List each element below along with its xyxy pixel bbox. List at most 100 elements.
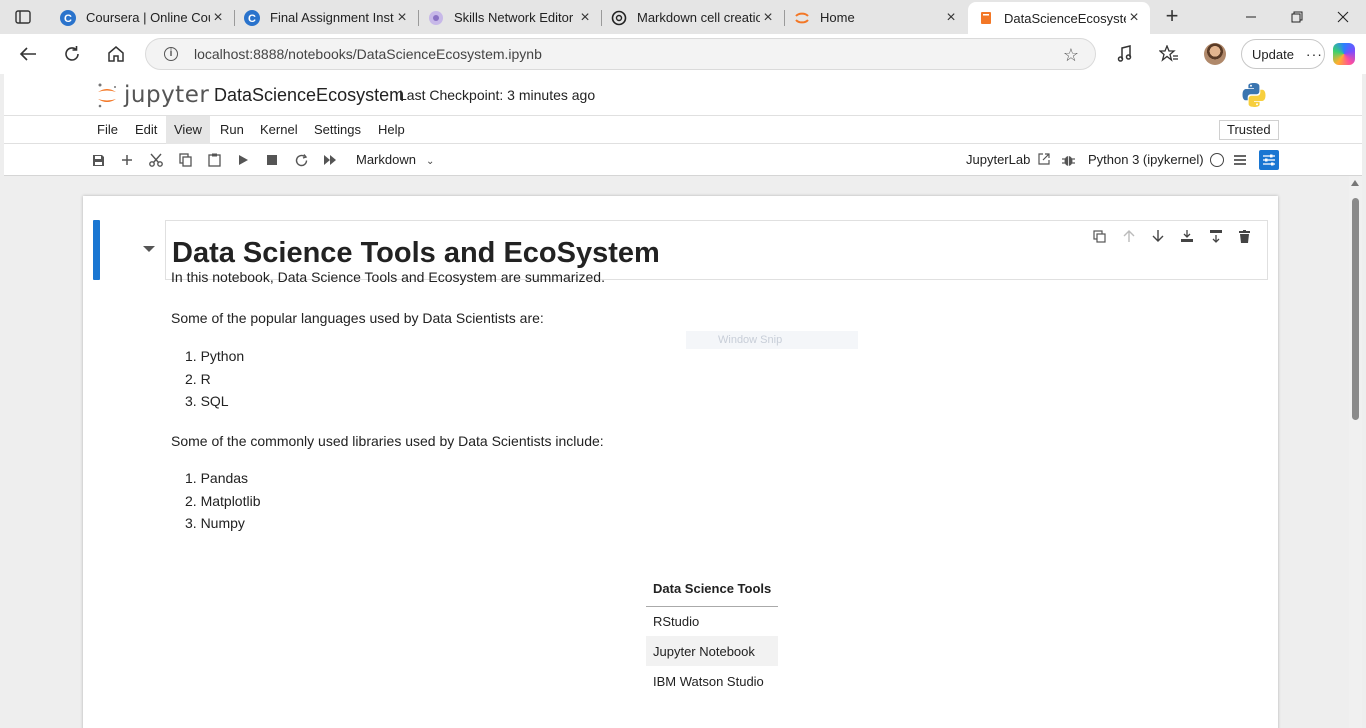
move-cell-down-button[interactable] [1143,227,1172,245]
close-tab-icon[interactable]: × [943,9,959,26]
close-tab-icon[interactable]: × [1126,10,1142,26]
debugger-button[interactable] [1058,150,1078,170]
run-all-button[interactable] [320,150,340,170]
refresh-button[interactable] [58,41,86,67]
insert-below-icon [1209,230,1222,243]
save-icon [92,154,104,166]
list-item: 1. Python [185,348,245,364]
jupyter-header: jupyter DataScienceEcosystem Last Checkp… [4,74,1362,116]
notebook-heading: Data Science Tools and EcoSystem [172,237,660,269]
cell-type-dropdown[interactable]: Markdown ⌄ [356,152,434,167]
clipboard-icon [207,153,221,167]
chatgpt-icon [611,10,627,26]
scroll-thumb[interactable] [1352,198,1359,420]
browser-tab-skills-network[interactable]: Skills Network Editor × [418,3,602,32]
new-tab-button[interactable]: + [1160,5,1184,28]
browser-tab-markdown-cell[interactable]: Markdown cell creation × [601,3,785,32]
collapse-heading-icon[interactable] [143,246,155,252]
table-row: Jupyter Notebook [646,636,779,666]
intro-text: In this notebook, Data Science Tools and… [171,269,605,285]
notebook-title[interactable]: DataScienceEcosystem [214,85,404,106]
cut-button[interactable] [146,150,166,170]
property-inspector-button[interactable] [1259,150,1279,170]
paste-button[interactable] [204,150,224,170]
languages-list: 1. Python 2. R 3. SQL [185,345,244,413]
menu-file[interactable]: File [89,116,126,144]
cell-toolbar [1085,227,1259,245]
notebook-sheet: Data Science Tools and EcoSystem In this… [83,196,1278,728]
menu-kernel[interactable]: Kernel [252,116,306,144]
menu-run[interactable]: Run [212,116,252,144]
back-button[interactable] [14,41,42,67]
active-cell-marker[interactable] [93,220,100,280]
favorite-star-icon[interactable]: ☆ [1063,45,1079,66]
browser-tab-datascienceecosystem[interactable]: DataScienceEcosystem × [968,2,1150,34]
site-info-icon[interactable]: i [164,47,178,61]
sliders-icon [1263,154,1275,166]
address-bar[interactable]: i localhost:8888/notebooks/DataScienceEc… [145,38,1096,70]
skills-network-icon [428,10,444,26]
table-row: IBM Watson Studio [653,673,764,689]
interrupt-kernel-button[interactable] [262,150,282,170]
trusted-indicator[interactable]: Trusted [1219,120,1279,140]
menu-view[interactable]: View [166,116,210,144]
svg-text:C: C [248,13,256,25]
profile-avatar[interactable] [1204,43,1226,65]
minimize-button[interactable] [1228,0,1274,34]
delete-cell-button[interactable] [1230,227,1259,245]
jupyter-logo[interactable]: jupyter [96,82,209,108]
browser-tab-strip: C Coursera | Online Cour × C Final Assig… [0,0,1366,34]
menu-help[interactable]: Help [370,116,413,144]
close-tab-icon[interactable]: × [760,9,776,26]
restore-icon [1291,11,1303,23]
notebook-scrollbar[interactable] [1349,176,1362,728]
chevron-down-icon: ⌄ [425,156,435,167]
favorites-icon [1159,45,1178,62]
tab-actions-menu-button[interactable] [8,6,38,28]
browser-tab-home[interactable]: Home × [784,3,967,32]
plus-icon [122,155,132,165]
table-header: Data Science Tools [646,571,779,607]
copy-button[interactable] [175,150,195,170]
open-jupyterlab-link[interactable]: JupyterLab [966,152,1050,167]
update-button[interactable]: Update ··· [1241,39,1325,69]
table-row: RStudio [653,613,700,629]
menu-edit[interactable]: Edit [127,116,165,144]
close-tab-icon[interactable]: × [210,9,226,26]
stop-icon [267,155,277,165]
insert-cell-above-button[interactable] [1172,227,1201,245]
browser-tab-coursera[interactable]: C Coursera | Online Cour × [50,3,235,32]
home-button[interactable] [102,41,130,67]
copilot-icon[interactable] [1333,43,1355,65]
close-tab-icon[interactable]: × [577,9,593,26]
list-item: 2. R [185,370,211,387]
menu-settings[interactable]: Settings [306,116,369,144]
restore-button[interactable] [1274,0,1320,34]
scroll-up-icon[interactable] [1351,180,1359,186]
kernel-name[interactable]: Python 3 (ipykernel) [1088,152,1204,167]
jupyter-wordmark: jupyter [124,82,210,108]
move-cell-up-button[interactable] [1114,227,1143,245]
libraries-intro-text: Some of the commonly used libraries used… [171,433,604,449]
insert-cell-button[interactable] [117,150,137,170]
close-window-button[interactable] [1320,0,1366,34]
browser-tab-final-assignment[interactable]: C Final Assignment Instru × [234,3,419,32]
restart-kernel-button[interactable] [291,150,311,170]
more-options-icon[interactable]: ··· [1306,46,1323,62]
favorites-button[interactable] [1157,42,1181,66]
last-checkpoint-text: Last Checkpoint: 3 minutes ago [399,87,596,103]
arrow-up-icon [1123,230,1134,242]
python-logo-icon [1242,83,1266,107]
read-aloud-button[interactable] [1113,42,1137,66]
window-snip-tooltip: Window Snip [686,331,858,349]
scissors-icon [149,153,163,167]
insert-cell-below-button[interactable] [1201,227,1230,245]
list-item: 3. SQL [185,393,229,409]
jupyter-page: jupyter DataScienceEcosystem Last Checkp… [4,74,1362,728]
close-tab-icon[interactable]: × [394,9,410,26]
toc-button[interactable] [1230,150,1250,170]
duplicate-cell-button[interactable] [1085,227,1114,245]
save-button[interactable] [88,150,108,170]
jupyter-menu-bar: File Edit View Run Kernel Settings Help … [4,116,1362,144]
run-cell-button[interactable] [233,150,253,170]
